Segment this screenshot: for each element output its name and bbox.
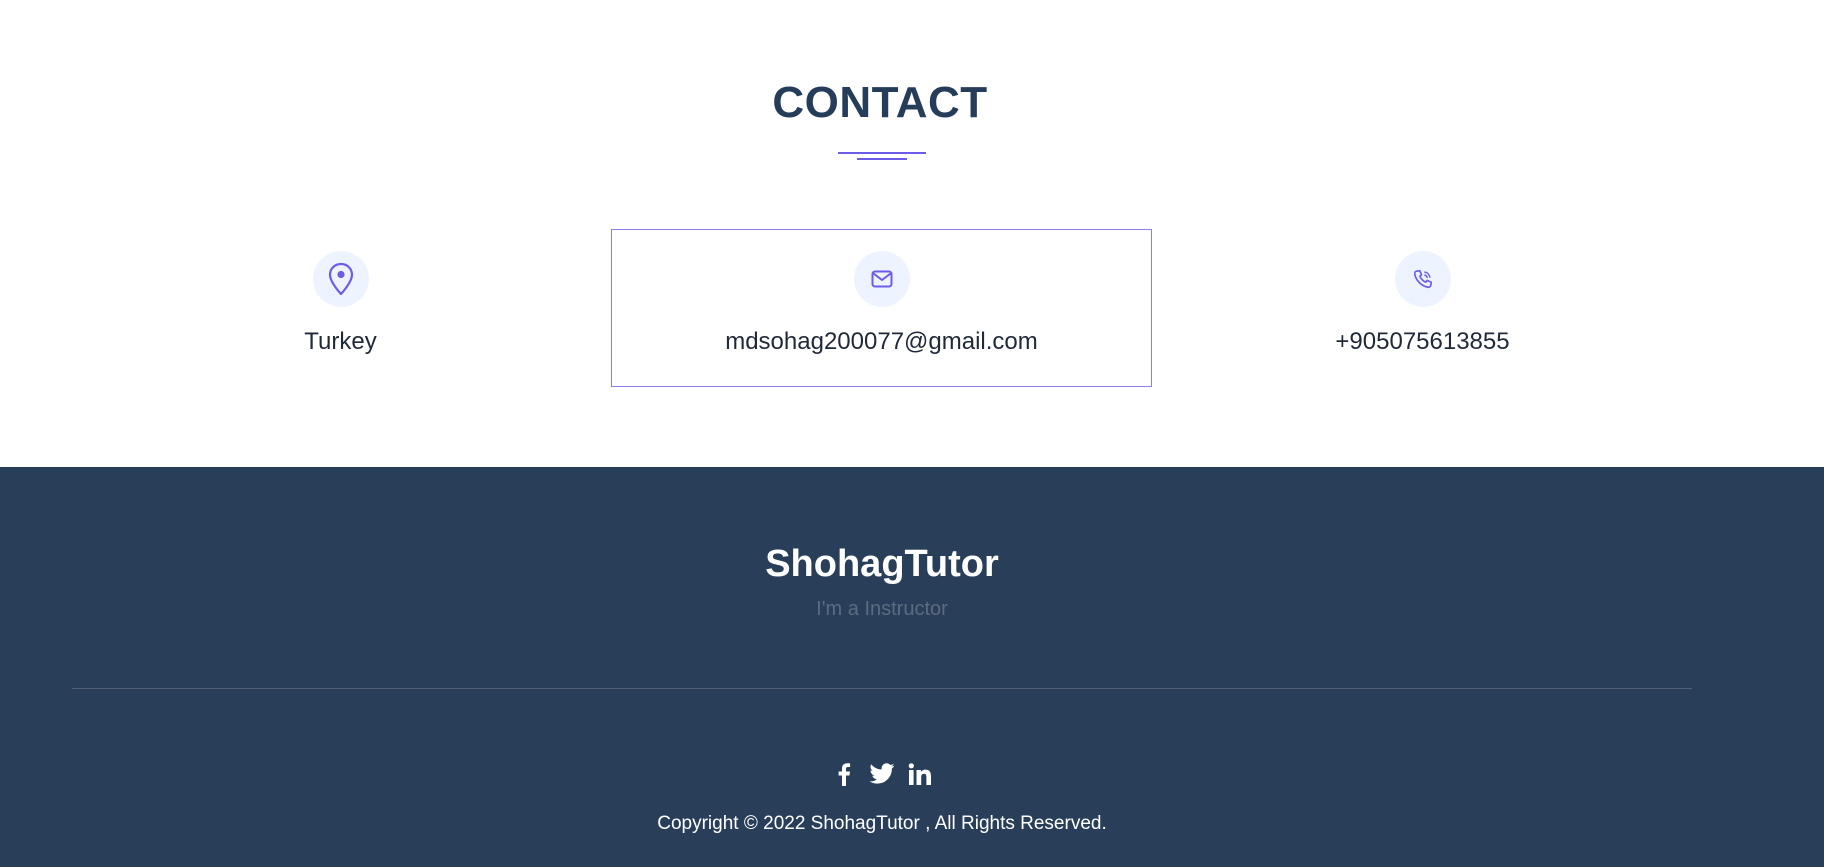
title-underline bbox=[838, 152, 926, 162]
contact-card-location[interactable]: Turkey bbox=[70, 229, 611, 387]
phone-text[interactable]: +905075613855 bbox=[1153, 328, 1692, 356]
location-text: Turkey bbox=[304, 328, 377, 355]
footer-brand: ShohagTutor bbox=[765, 543, 999, 585]
footer-tagline: I'm a Instructor bbox=[816, 598, 948, 620]
email-text[interactable]: mdsohag200077@gmail.com bbox=[612, 328, 1151, 356]
footer-divider bbox=[72, 688, 1692, 689]
social-links bbox=[0, 761, 1764, 787]
contact-card-phone[interactable]: +905075613855 bbox=[1152, 229, 1693, 387]
facebook-icon[interactable] bbox=[831, 761, 857, 787]
contact-title: CONTACT bbox=[772, 78, 988, 127]
underline-long bbox=[838, 152, 926, 154]
underline-short bbox=[857, 158, 907, 160]
footer: ShohagTutor I'm a Instructor Copyright ©… bbox=[0, 467, 1824, 867]
location-pin-icon bbox=[312, 251, 369, 307]
copyright-text: Copyright © 2022 ShohagTutor , All Right… bbox=[657, 813, 1107, 834]
contact-card-email[interactable]: mdsohag200077@gmail.com bbox=[611, 229, 1152, 387]
twitter-icon[interactable] bbox=[869, 761, 895, 787]
contact-section: CONTACT Turkey mdsohag200077@gmail.com +… bbox=[0, 0, 1824, 467]
contact-cards: Turkey mdsohag200077@gmail.com +90507561… bbox=[70, 229, 1690, 387]
linkedin-icon[interactable] bbox=[907, 761, 933, 787]
envelope-icon bbox=[853, 251, 910, 307]
phone-icon bbox=[1394, 251, 1451, 307]
